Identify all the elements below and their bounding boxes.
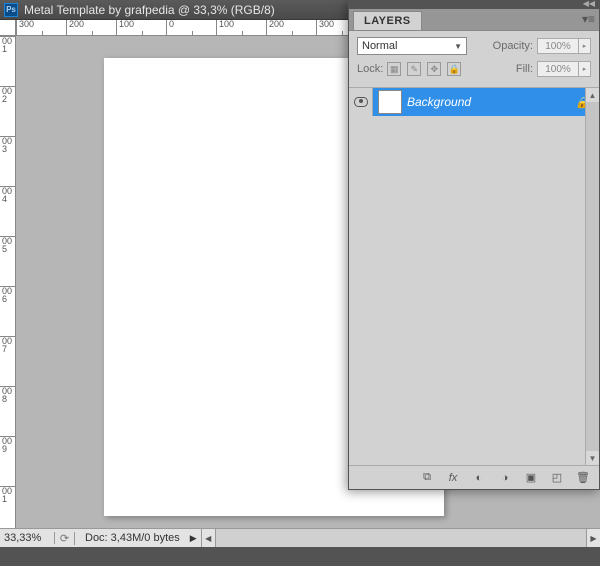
new-layer-icon[interactable]: ◰ (549, 470, 565, 486)
doc-info: Doc: 3,43M/0 bytes (75, 532, 190, 544)
scroll-right-icon[interactable]: ▶ (586, 529, 600, 547)
panel-footer: ⧉ fx ◐ ◑ ▣ ◰ 🗑 (349, 465, 599, 489)
ruler-mark: 100 (116, 20, 166, 36)
layers-panel: ◀◀ LAYERS ▾≡ Normal ▼ Opacity: 100% ▸ Lo… (348, 0, 600, 490)
fill-value[interactable]: 100% (537, 61, 579, 77)
doc-info-menu-icon[interactable]: ▶ (190, 533, 197, 544)
ruler-mark: 001 (0, 486, 15, 531)
panel-grip[interactable]: ◀◀ (349, 1, 599, 9)
ruler-mark: 005 (0, 236, 15, 286)
blend-mode-select[interactable]: Normal ▼ (357, 37, 467, 55)
ruler-mark: 200 (266, 20, 316, 36)
chevron-down-icon: ▼ (454, 42, 462, 51)
panel-menu-icon[interactable]: ▾≡ (582, 12, 595, 26)
layer-row[interactable]: Background 🔒 (349, 88, 599, 116)
ruler-mark: 006 (0, 286, 15, 336)
zoom-level[interactable]: 33,33% (0, 532, 55, 544)
adjustment-layer-icon[interactable]: ◑ (497, 470, 513, 486)
ruler-mark: 0 (166, 20, 216, 36)
panel-controls: Normal ▼ Opacity: 100% ▸ Lock: ▦ ✎ ✥ 🔒 F… (349, 31, 599, 87)
opacity-value[interactable]: 100% (537, 38, 579, 54)
delete-layer-icon[interactable]: 🗑 (575, 470, 591, 486)
link-layers-icon[interactable]: ⧉ (419, 470, 435, 486)
new-group-icon[interactable]: ▣ (523, 470, 539, 486)
lock-label: Lock: (357, 63, 383, 75)
eye-icon (354, 97, 368, 107)
lock-position-icon[interactable]: ✥ (427, 62, 441, 76)
sync-icon[interactable]: ⟳ (55, 532, 75, 545)
blend-mode-value: Normal (362, 40, 397, 52)
app-icon: Ps (4, 3, 18, 17)
layer-thumbnail[interactable] (379, 91, 401, 113)
scroll-left-icon[interactable]: ◀ (202, 529, 216, 547)
fill-label: Fill: (516, 63, 533, 75)
lock-options: ▦ ✎ ✥ 🔒 (387, 62, 461, 76)
status-bar: 33,33% ⟳ Doc: 3,43M/0 bytes ▶ ◀ ▶ (0, 528, 600, 547)
ruler-mark: 300 (16, 20, 66, 36)
scroll-down-icon[interactable]: ▼ (586, 451, 599, 465)
layer-scrollbar[interactable]: ▲ ▼ (585, 88, 599, 465)
layer-style-icon[interactable]: fx (445, 470, 461, 486)
scroll-up-icon[interactable]: ▲ (586, 88, 599, 102)
fill-slider-icon[interactable]: ▸ (579, 61, 591, 77)
lock-all-icon[interactable]: 🔒 (447, 62, 461, 76)
ruler-mark: 008 (0, 386, 15, 436)
document-title: Metal Template by grafpedia @ 33,3% (RGB… (24, 3, 275, 17)
ruler-mark: 200 (66, 20, 116, 36)
ruler-mark: 002 (0, 86, 15, 136)
ruler-mark: 009 (0, 436, 15, 486)
ruler-mark: 100 (216, 20, 266, 36)
ruler-mark: 003 (0, 136, 15, 186)
layer-list: Background 🔒 ▲ ▼ (349, 87, 599, 465)
horizontal-scrollbar[interactable]: ◀ ▶ (201, 529, 600, 547)
layer-name[interactable]: Background (407, 95, 471, 109)
lock-transparency-icon[interactable]: ▦ (387, 62, 401, 76)
panel-tabbar: LAYERS ▾≡ (349, 9, 599, 31)
layer-mask-icon[interactable]: ◐ (471, 470, 487, 486)
collapse-icon[interactable]: ◀◀ (583, 1, 595, 9)
visibility-toggle[interactable] (349, 88, 373, 116)
ruler-corner (0, 20, 16, 36)
lock-pixels-icon[interactable]: ✎ (407, 62, 421, 76)
opacity-label: Opacity: (493, 40, 533, 52)
ruler-mark: 007 (0, 336, 15, 386)
ruler-mark: 004 (0, 186, 15, 236)
ruler-mark: 001 (0, 36, 15, 86)
opacity-slider-icon[interactable]: ▸ (579, 38, 591, 54)
tab-layers[interactable]: LAYERS (353, 11, 422, 30)
ruler-vertical[interactable]: 001002003004005006007008009001000 (0, 36, 16, 531)
